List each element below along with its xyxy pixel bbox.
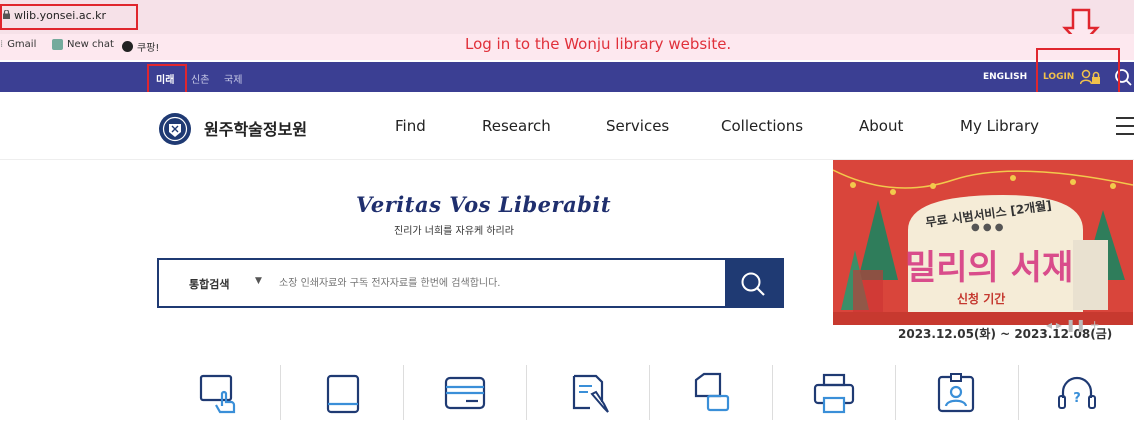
- id-badge-icon[interactable]: [934, 372, 978, 416]
- divider: [526, 365, 527, 420]
- motto-title: Veritas Vos Liberabit: [356, 192, 612, 217]
- banner-big-title: 밀리의 서재: [905, 248, 1074, 288]
- bookmark-new-chat[interactable]: New chat: [52, 39, 114, 50]
- search-icon: [741, 272, 765, 296]
- chat-icon: [52, 39, 63, 50]
- english-link[interactable]: ENGLISH: [983, 72, 1027, 82]
- logo-text[interactable]: 원주학술정보원: [204, 116, 307, 140]
- campus-tab-sinchon[interactable]: 신촌: [191, 71, 209, 86]
- menu-about[interactable]: About: [859, 117, 903, 135]
- instruction-text: Log in to the Wonju library website.: [465, 35, 732, 53]
- divider: [895, 365, 896, 420]
- menu-services[interactable]: Services: [606, 117, 669, 135]
- chevron-down-icon[interactable]: ▼: [255, 276, 262, 286]
- browser-address-bar: wlib.yonsei.ac.kr: [0, 0, 1134, 47]
- divider: [403, 365, 404, 420]
- book-icon[interactable]: [322, 372, 366, 416]
- printer-icon[interactable]: [812, 372, 856, 416]
- promo-banner[interactable]: 무료 시범서비스 [2개월] ● ● ● 밀리의 서재 신청 기간: [833, 160, 1133, 325]
- banner-label: 신청 기간: [957, 292, 1006, 306]
- divider: [1018, 365, 1019, 420]
- search-scope-select[interactable]: 통합검색: [189, 276, 229, 292]
- svg-text:?: ?: [1073, 391, 1081, 406]
- search-button[interactable]: [725, 260, 782, 306]
- divider: [772, 365, 773, 420]
- document-edit-icon[interactable]: [570, 372, 614, 416]
- menu-find[interactable]: Find: [395, 117, 426, 135]
- copy-device-icon[interactable]: [690, 372, 734, 416]
- card-icon[interactable]: [444, 372, 488, 416]
- highlight-box-login: [1036, 48, 1120, 96]
- bookmark-label: New chat: [67, 39, 114, 50]
- bookmark-label: 쿠팡!: [137, 43, 160, 54]
- bookmark-gmail[interactable]: ⁞ Gmail: [0, 39, 36, 50]
- carousel-dots[interactable]: ● ● ●: [971, 222, 1004, 233]
- bookmark-coupang[interactable]: 쿠팡!: [122, 39, 159, 54]
- campus-nav-bar: 미래 신촌 국제 ENGLISH LOGIN: [0, 62, 1134, 104]
- carousel-controls[interactable]: ◂ ▸ ❚❚ +: [1046, 318, 1100, 332]
- university-logo[interactable]: [158, 112, 192, 146]
- menu-collections[interactable]: Collections: [721, 117, 803, 135]
- divider: [649, 365, 650, 420]
- campus-tab-international[interactable]: 국제: [224, 71, 242, 86]
- menu-research[interactable]: Research: [482, 117, 551, 135]
- bookmark-label: Gmail: [7, 39, 37, 50]
- menu-my-library[interactable]: My Library: [960, 117, 1039, 135]
- highlight-box-url: [0, 4, 138, 30]
- touch-screen-icon[interactable]: [198, 372, 242, 416]
- help-headset-icon[interactable]: ?: [1055, 372, 1099, 416]
- main-header: 원주학술정보원 Find Research Services Collectio…: [0, 92, 1134, 160]
- search-box: 통합검색 ▼: [157, 258, 784, 308]
- divider: [280, 365, 281, 420]
- search-input[interactable]: [279, 272, 709, 294]
- motto-subtitle: 진리가 너희를 자유케 하리라: [394, 226, 514, 237]
- hamburger-menu-icon[interactable]: [1114, 114, 1134, 138]
- globe-icon: [122, 41, 133, 52]
